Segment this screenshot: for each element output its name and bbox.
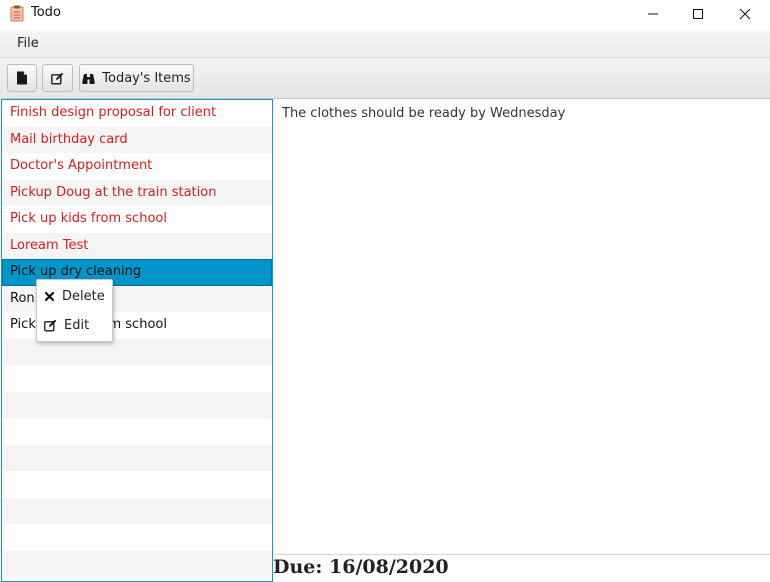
empty-row bbox=[2, 550, 272, 577]
close-window-button[interactable] bbox=[722, 0, 768, 28]
list-item[interactable]: Finish design proposal for client bbox=[2, 100, 272, 127]
context-edit-item[interactable]: Edit bbox=[37, 312, 112, 338]
todays-items-label: Today's Items bbox=[102, 70, 191, 86]
context-delete-item[interactable]: Delete bbox=[37, 283, 112, 309]
close-icon bbox=[44, 291, 55, 301]
toolbar: Today's Items bbox=[0, 58, 770, 99]
due-date-label: Due: 16/08/2020 bbox=[273, 556, 449, 578]
empty-row bbox=[2, 391, 272, 418]
document-icon bbox=[17, 71, 27, 85]
details-textarea[interactable]: The clothes should be ready by Wednesday bbox=[274, 99, 770, 555]
close-icon bbox=[739, 8, 751, 20]
edit-icon bbox=[51, 72, 64, 84]
context-delete-label: Delete bbox=[62, 288, 105, 304]
new-item-button[interactable] bbox=[7, 64, 37, 92]
list-item[interactable]: Loream Test bbox=[2, 232, 272, 259]
minimize-icon bbox=[648, 13, 658, 15]
empty-row bbox=[2, 418, 272, 445]
empty-row bbox=[2, 471, 272, 498]
empty-row bbox=[2, 497, 272, 524]
maximize-button[interactable] bbox=[675, 0, 721, 28]
binoculars-icon bbox=[82, 73, 96, 84]
list-item[interactable]: Pickup Doug at the train station bbox=[2, 179, 272, 206]
empty-row bbox=[2, 524, 272, 551]
window-title: Todo bbox=[31, 5, 61, 20]
minimize-button[interactable] bbox=[630, 0, 676, 28]
maximize-icon bbox=[693, 9, 703, 19]
menu-bar: File bbox=[0, 30, 770, 58]
empty-row bbox=[2, 444, 272, 471]
menu-file[interactable]: File bbox=[10, 36, 46, 51]
todays-items-button[interactable]: Today's Items bbox=[79, 64, 194, 92]
edit-item-button[interactable] bbox=[42, 64, 73, 92]
empty-row bbox=[2, 577, 272, 581]
details-text: The clothes should be ready by Wednesday bbox=[282, 106, 566, 121]
title-bar: Todo bbox=[0, 0, 770, 28]
list-item[interactable]: Mail birthday card bbox=[2, 126, 272, 153]
list-item[interactable]: Pick up kids from school bbox=[2, 206, 272, 233]
empty-row bbox=[2, 365, 272, 392]
context-edit-label: Edit bbox=[64, 317, 90, 333]
edit-icon bbox=[44, 319, 57, 331]
app-icon bbox=[10, 5, 24, 22]
context-menu: Delete Edit bbox=[36, 279, 113, 342]
empty-row bbox=[2, 338, 272, 365]
list-item[interactable]: Doctor's Appointment bbox=[2, 153, 272, 180]
